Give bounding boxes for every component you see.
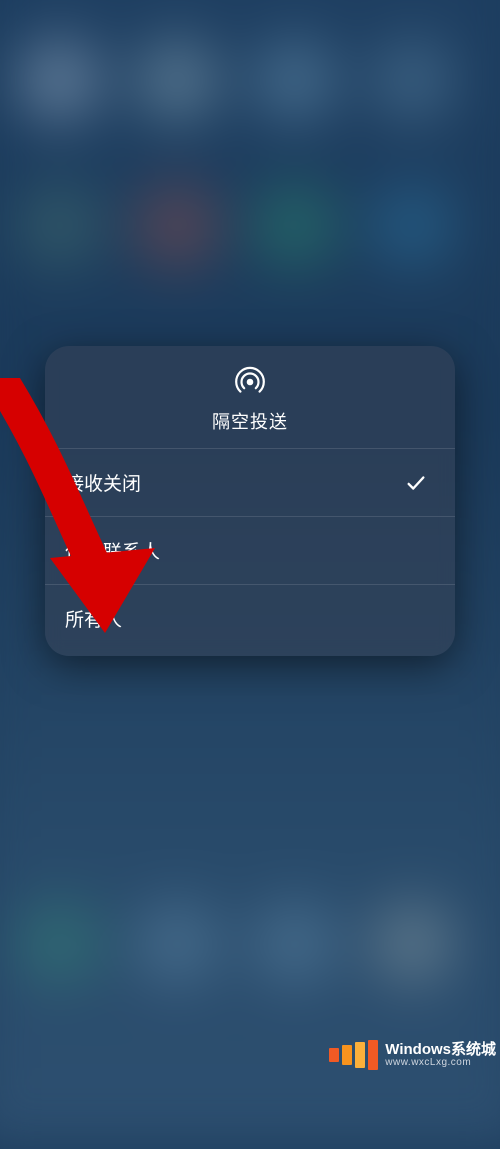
airdrop-popup: 隔空投送 接收关闭 仅限联系人 所有人 xyxy=(45,346,455,656)
popup-header: 隔空投送 xyxy=(45,346,455,448)
option-contacts-only[interactable]: 仅限联系人 xyxy=(45,516,455,584)
option-label: 接收关闭 xyxy=(65,469,141,496)
option-everyone[interactable]: 所有人 xyxy=(45,584,455,656)
watermark-bar xyxy=(368,1040,378,1070)
popup-title: 隔空投送 xyxy=(212,408,288,434)
airdrop-icon xyxy=(232,364,268,400)
watermark-brand: Windows系统城 xyxy=(385,1042,496,1058)
watermark-bar xyxy=(342,1045,352,1065)
option-label: 仅限联系人 xyxy=(65,537,160,564)
checkmark-icon xyxy=(405,472,427,494)
option-receiving-off[interactable]: 接收关闭 xyxy=(45,448,455,516)
option-label: 所有人 xyxy=(65,605,122,632)
watermark-text: Windows系统城 www.wxcLxg.com xyxy=(385,1042,496,1068)
watermark-url: www.wxcLxg.com xyxy=(385,1058,496,1069)
watermark: Windows系统城 www.wxcLxg.com xyxy=(329,1040,496,1070)
watermark-bar xyxy=(355,1042,365,1068)
watermark-bar xyxy=(329,1048,339,1062)
